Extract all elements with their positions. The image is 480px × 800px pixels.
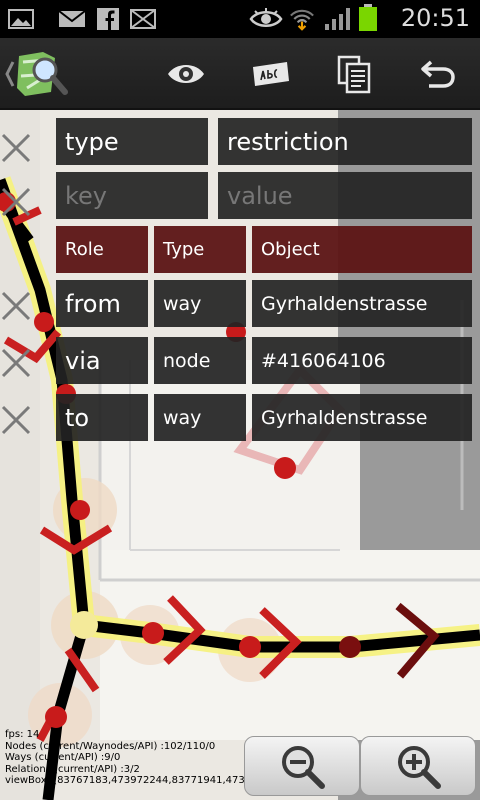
abc-text-icon: [253, 62, 289, 86]
action-bar: [0, 38, 480, 110]
eye-icon: [249, 8, 283, 27]
member-role-field[interactable]: from: [56, 280, 148, 327]
copy-icon: [337, 55, 371, 94]
zoom-out-icon: [282, 746, 325, 789]
status-bar: 20:51: [0, 0, 480, 38]
visibility-toggle-button[interactable]: [158, 46, 214, 102]
map-view[interactable]: type restriction key value Role Type Obj…: [0, 110, 480, 800]
app-home-button[interactable]: [2, 46, 70, 102]
wifi-icon: [290, 9, 314, 31]
member-object-link[interactable]: Gyrhaldenstrasse: [252, 280, 472, 327]
header-object: Object: [252, 226, 472, 273]
delete-member-icon[interactable]: [0, 404, 32, 436]
undo-button[interactable]: [410, 46, 466, 102]
member-type: way: [154, 280, 246, 327]
zoom-out-button[interactable]: [244, 736, 360, 796]
member-object-link[interactable]: #416064106: [252, 337, 472, 384]
visibility-toggle-icon: [168, 65, 204, 83]
tag-key-input[interactable]: key: [56, 172, 208, 219]
member-role-field[interactable]: via: [56, 337, 148, 384]
copy-button[interactable]: [326, 46, 382, 102]
mail-icon: [58, 10, 86, 27]
member-object-link[interactable]: Gyrhaldenstrasse: [252, 394, 472, 441]
tag-key-field[interactable]: type: [56, 118, 208, 165]
header-role: Role: [56, 226, 148, 273]
tag-value-input[interactable]: value: [218, 172, 472, 219]
message-icon: [130, 9, 156, 29]
delete-tag-icon[interactable]: [0, 132, 32, 164]
member-role-field[interactable]: to: [56, 394, 148, 441]
battery-icon: [359, 4, 377, 31]
status-time: 20:51: [400, 4, 470, 32]
delete-tag-icon[interactable]: [0, 186, 32, 218]
zoom-controls: [244, 736, 476, 796]
facebook-icon: [97, 8, 119, 30]
undo-icon: [421, 60, 455, 88]
member-type: way: [154, 394, 246, 441]
picture-icon: [8, 9, 34, 29]
member-type: node: [154, 337, 246, 384]
app-logo-icon: [5, 52, 68, 96]
delete-member-icon[interactable]: [0, 347, 32, 379]
header-type: Type: [154, 226, 246, 273]
signal-icon: [325, 8, 350, 30]
zoom-in-button[interactable]: [360, 736, 476, 796]
zoom-in-icon: [398, 746, 441, 789]
delete-member-icon[interactable]: [0, 290, 32, 322]
tag-value-field[interactable]: restriction: [218, 118, 472, 165]
text-edit-button[interactable]: [242, 46, 298, 102]
